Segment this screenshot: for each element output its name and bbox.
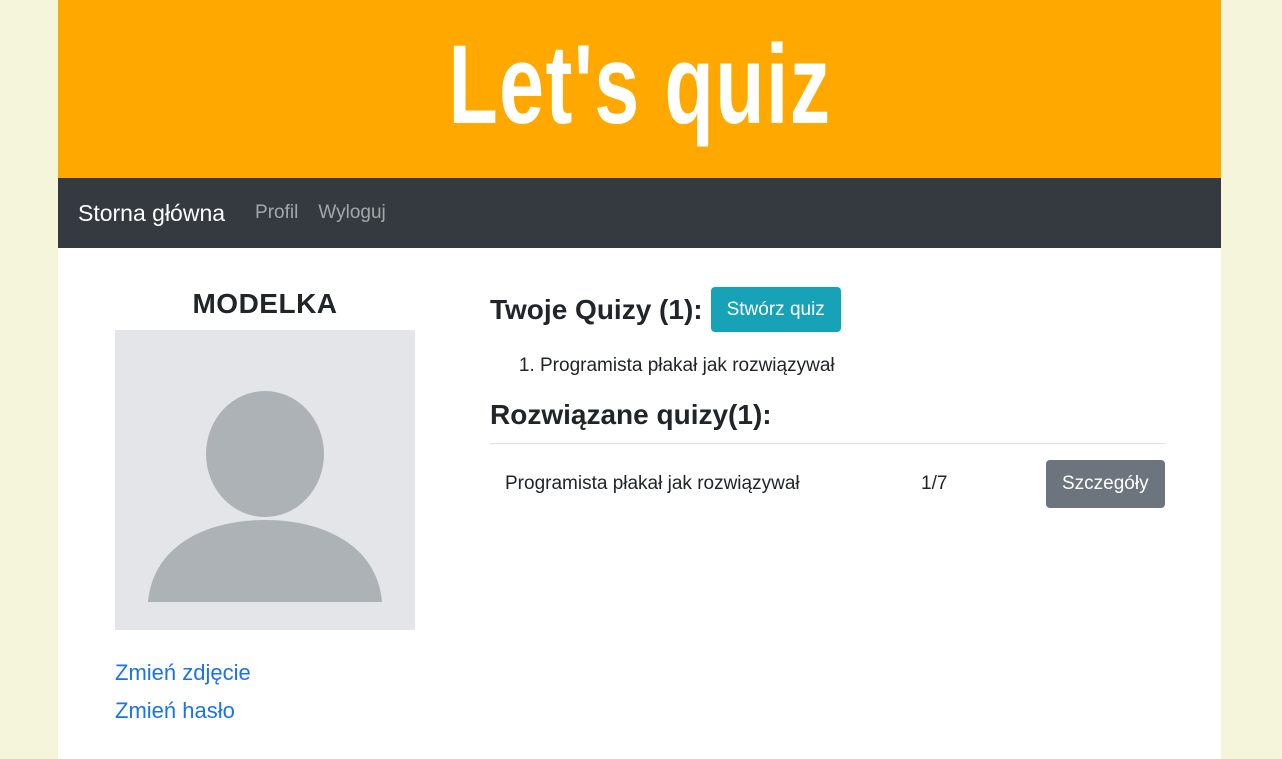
solved-quizzes-table: Programista płakał jak rozwiązywał 1/7 S… [490,443,1165,524]
page-container: Let's quiz Storna główna Profil Wyloguj … [58,0,1221,759]
nav-profile-link[interactable]: Profil [255,202,298,224]
list-item[interactable]: Programista płakał jak rozwiązywał [540,348,1165,384]
my-quizzes-list: Programista płakał jak rozwiązywał [490,348,1165,384]
profile-panel: MODELKA [115,288,415,630]
nav-logout-link[interactable]: Wyloguj [318,202,385,224]
change-photo-link[interactable]: Zmień zdjęcie [115,660,251,686]
nav-home-link[interactable]: Storna główna [78,200,225,227]
banner: Let's quiz [58,0,1221,178]
my-quizzes-header: Twoje Quizy (1): Stwórz quiz [490,287,1165,332]
table-row: Programista płakał jak rozwiązywał 1/7 S… [490,444,1165,524]
profile-username: MODELKA [192,288,338,319]
solved-quiz-name: Programista płakał jak rozwiązywał [505,473,800,494]
my-quizzes-title: Twoje Quizy (1): [490,293,703,325]
quizzes-panel: Twoje Quizy (1): Stwórz quiz Programista… [490,287,1165,524]
user-placeholder-icon [115,330,415,630]
solved-quiz-score: 1/7 [921,473,948,494]
details-button[interactable]: Szczegóły [1046,460,1165,508]
solved-quizzes-title: Rozwiązane quizy(1): [490,399,772,430]
profile-actions: Zmień zdjęcie Zmień hasło [115,660,251,736]
create-quiz-button[interactable]: Stwórz quiz [710,287,841,332]
banner-title: Let's quiz [447,22,832,147]
change-password-link[interactable]: Zmień hasło [115,698,251,724]
navbar: Storna główna Profil Wyloguj [58,178,1221,248]
